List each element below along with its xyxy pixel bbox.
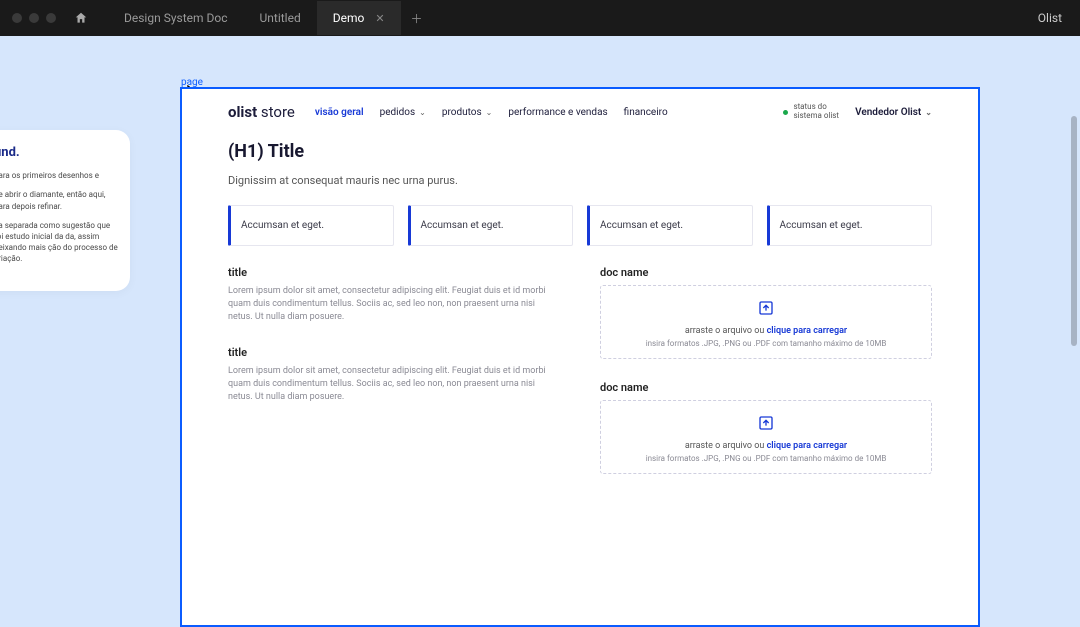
left-column: title Lorem ipsum dolor sit amet, consec… bbox=[228, 266, 560, 474]
logo[interactable]: olist store bbox=[228, 103, 295, 121]
nav-label: produtos bbox=[442, 107, 482, 118]
block-body: Lorem ipsum dolor sit amet, consectetur … bbox=[228, 365, 560, 404]
page-subtitle: Dignissim at consequat mauris nec urna p… bbox=[228, 174, 932, 187]
upload-link[interactable]: clique para carregar bbox=[767, 441, 848, 451]
doc-name-label: doc name bbox=[600, 381, 932, 394]
seller-label: Vendedor Olist bbox=[855, 107, 921, 118]
tab-demo[interactable]: Demo ✕ bbox=[317, 1, 401, 35]
upload-icon bbox=[758, 300, 774, 320]
scrollbar-thumb[interactable] bbox=[1071, 116, 1077, 346]
side-text: de abrir o diamante, então aqui, para de… bbox=[0, 189, 118, 211]
add-tab-button[interactable]: ＋ bbox=[401, 10, 433, 27]
nav-label: pedidos bbox=[380, 107, 416, 118]
doc-name-label: doc name bbox=[600, 266, 932, 279]
nav-products[interactable]: produtos ⌄ bbox=[442, 107, 493, 118]
logo-thin: store bbox=[261, 103, 295, 121]
brand-label: Olist bbox=[1038, 11, 1068, 25]
home-icon[interactable] bbox=[74, 11, 88, 25]
app-bar: Design System Doc Untitled Demo ✕ ＋ Olis… bbox=[0, 0, 1080, 36]
summary-cards: Accumsan et eget. Accumsan et eget. Accu… bbox=[228, 205, 932, 246]
traffic-close-icon[interactable] bbox=[12, 13, 22, 23]
tab-design-system[interactable]: Design System Doc bbox=[108, 1, 243, 35]
window-controls[interactable] bbox=[12, 13, 56, 23]
canvas[interactable]: und. para os primeiros desenhos e de abr… bbox=[0, 36, 1080, 608]
side-note-card: und. para os primeiros desenhos e de abr… bbox=[0, 130, 130, 291]
page-frame[interactable]: olist store visão geral pedidos ⌄ produt… bbox=[180, 87, 980, 627]
upload-hint: insira formatos .JPG, .PNG ou .PDF com t… bbox=[609, 339, 923, 348]
upload-text: arraste o arquivo ou clique para carrega… bbox=[609, 326, 923, 336]
summary-card[interactable]: Accumsan et eget. bbox=[587, 205, 753, 246]
chevron-down-icon: ⌄ bbox=[419, 108, 426, 117]
nav-overview[interactable]: visão geral bbox=[315, 107, 364, 118]
scrollbar[interactable] bbox=[1071, 116, 1077, 416]
tab-bar: Design System Doc Untitled Demo ✕ ＋ bbox=[108, 1, 433, 35]
nav-orders[interactable]: pedidos ⌄ bbox=[380, 107, 426, 118]
close-tab-icon[interactable]: ✕ bbox=[375, 12, 384, 25]
tab-untitled[interactable]: Untitled bbox=[243, 1, 316, 35]
upload-dropzone[interactable]: arraste o arquivo ou clique para carrega… bbox=[600, 285, 932, 359]
upload-dropzone[interactable]: arraste o arquivo ou clique para carrega… bbox=[600, 400, 932, 474]
upload-hint: insira formatos .JPG, .PNG ou .PDF com t… bbox=[609, 454, 923, 463]
upload-link[interactable]: clique para carregar bbox=[767, 326, 848, 336]
status-dot-icon bbox=[783, 110, 788, 115]
traffic-max-icon[interactable] bbox=[46, 13, 56, 23]
side-text: para os primeiros desenhos e bbox=[0, 170, 118, 181]
chevron-down-icon: ⌄ bbox=[925, 108, 932, 117]
summary-card[interactable]: Accumsan et eget. bbox=[767, 205, 933, 246]
side-heading: und. bbox=[0, 144, 118, 162]
nav-performance[interactable]: performance e vendas bbox=[508, 107, 607, 118]
side-text: na separada como sugestão que foi estudo… bbox=[0, 220, 118, 265]
block-body: Lorem ipsum dolor sit amet, consectetur … bbox=[228, 285, 560, 324]
seller-dropdown[interactable]: Vendedor Olist ⌄ bbox=[855, 107, 932, 118]
status-line: sistema olist bbox=[793, 112, 839, 121]
nav-finance[interactable]: financeiro bbox=[624, 107, 668, 118]
top-nav: olist store visão geral pedidos ⌄ produt… bbox=[228, 89, 932, 131]
page-title: (H1) Title bbox=[228, 141, 932, 162]
tab-label: Demo bbox=[333, 11, 365, 25]
block-title: title bbox=[228, 346, 560, 359]
chevron-down-icon: ⌄ bbox=[486, 108, 493, 117]
summary-card[interactable]: Accumsan et eget. bbox=[228, 205, 394, 246]
traffic-min-icon[interactable] bbox=[29, 13, 39, 23]
logo-bold: olist bbox=[228, 103, 257, 121]
system-status: status do sistema olist bbox=[783, 103, 839, 121]
block-title: title bbox=[228, 266, 560, 279]
upload-icon bbox=[758, 415, 774, 435]
upload-text: arraste o arquivo ou clique para carrega… bbox=[609, 441, 923, 451]
summary-card[interactable]: Accumsan et eget. bbox=[408, 205, 574, 246]
right-column: doc name arraste o arquivo ou clique par… bbox=[600, 266, 932, 474]
